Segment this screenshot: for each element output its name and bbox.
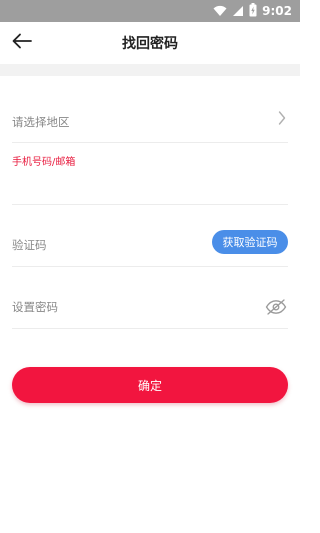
region-placeholder: 请选择地区 <box>12 115 70 129</box>
phone-row: 手机号码/邮箱 <box>12 142 288 205</box>
password-row <box>12 288 288 329</box>
app-bar: 找回密码 <box>0 22 300 64</box>
page-title: 找回密码 <box>122 36 178 52</box>
wifi-icon <box>213 2 227 21</box>
password-input[interactable] <box>12 296 242 318</box>
get-code-button[interactable]: 获取验证码 <box>212 230 288 254</box>
chevron-right-icon <box>278 110 286 130</box>
status-bar: 9:02 <box>0 0 300 22</box>
code-row: 获取验证码 <box>12 226 288 267</box>
region-select[interactable]: 请选择地区 <box>12 102 288 143</box>
battery-charging-icon <box>249 2 257 21</box>
status-time: 9:02 <box>262 4 292 18</box>
confirm-button[interactable]: 确定 <box>12 367 288 403</box>
phone-email-label: 手机号码/邮箱 <box>12 157 76 168</box>
signal-icon <box>232 2 244 21</box>
verification-code-input[interactable] <box>12 234 202 256</box>
section-divider <box>0 64 300 76</box>
status-icons: 9:02 <box>213 2 292 21</box>
phone-email-input[interactable] <box>12 170 288 198</box>
eye-off-icon[interactable] <box>264 296 288 318</box>
